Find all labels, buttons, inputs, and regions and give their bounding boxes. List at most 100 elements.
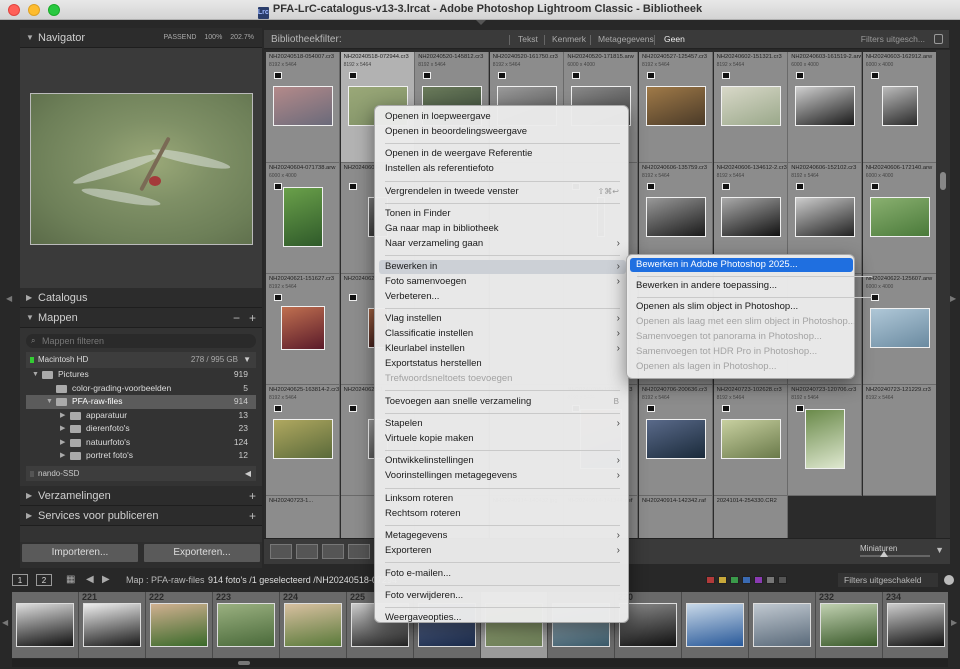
grid-cell[interactable]: NH20240622-125607.arw 6000 x 4000 — [862, 274, 936, 385]
photo-thumbnail[interactable] — [881, 86, 918, 126]
export-button[interactable]: Exporteren... — [144, 544, 260, 562]
edited-badge-icon[interactable] — [796, 72, 805, 79]
edited-badge-icon[interactable] — [647, 183, 655, 190]
filmstrip-thumbnail[interactable] — [887, 603, 945, 647]
filter-tab-attribute[interactable]: Kenmerk — [552, 30, 586, 49]
edited-badge-icon[interactable] — [348, 405, 357, 412]
photo-thumbnail[interactable] — [720, 86, 781, 126]
edited-badge-icon[interactable] — [721, 183, 730, 190]
loupe-view-icon[interactable] — [296, 544, 318, 559]
volume-collapse-icon[interactable]: ▼ — [243, 352, 251, 368]
menu-item[interactable]: Exportstatus herstellen — [379, 357, 626, 371]
filmstrip-cell[interactable]: 232 — [816, 592, 883, 658]
filmstrip-thumbnail[interactable] — [217, 603, 275, 647]
grid-cell[interactable]: NH20240518-054007.cr3 8192 x 5464 — [266, 52, 340, 163]
grid-cell[interactable]: NH20240606-172140.arw 6000 x 4000 — [862, 163, 936, 274]
edited-badge-icon[interactable] — [348, 294, 357, 301]
module-picker-toggle-icon[interactable] — [476, 20, 486, 25]
menu-item[interactable]: Instellen als referentiefoto — [379, 162, 626, 176]
menu-item[interactable]: Toevoegen aan snelle verzameling B — [379, 395, 626, 409]
toolbar-menu-icon[interactable]: ▼ — [935, 545, 944, 555]
second-window-button[interactable]: 2 — [36, 574, 52, 586]
remove-folder-icon[interactable]: − — [233, 308, 240, 328]
grid-cell[interactable]: NH20240723-121229.cr3 8192 x 5464 — [862, 385, 936, 496]
scrollbar-thumb[interactable] — [940, 172, 946, 190]
filmstrip-cell[interactable]: 224 — [280, 592, 347, 658]
folder-disclosure-icon[interactable]: ▼ — [46, 395, 53, 409]
volume-macintosh-hd[interactable]: Macintosh HD 278 / 995 GB ▼ — [26, 352, 256, 368]
menu-item[interactable]: Metagegevens › — [379, 529, 626, 543]
grid-cell[interactable]: NH20240602-151321.cr3 8192 x 5464 — [713, 52, 788, 163]
back-arrow-icon[interactable]: ◀ — [86, 570, 94, 590]
menu-item[interactable]: Bewerken in andere toepassing... — [630, 279, 853, 293]
edited-badge-icon[interactable] — [348, 183, 357, 190]
menu-item[interactable]: Bewerken in Adobe Photoshop 2025... — [630, 258, 853, 272]
menu-item[interactable]: Foto verwijderen... — [379, 589, 626, 603]
grid-cell[interactable]: NH20240723-102628.cr3 8192 x 5464 — [713, 385, 788, 496]
navigator-preview[interactable] — [20, 48, 262, 304]
filmstrip-cell[interactable]: 234 — [883, 592, 948, 658]
edited-badge-icon[interactable] — [274, 183, 282, 190]
grid-cell[interactable]: 20241014-254330.CR2 — [713, 496, 788, 538]
folder-row[interactable]: ▼ Pictures 919 — [26, 368, 256, 382]
edited-badge-icon[interactable] — [348, 72, 357, 79]
menu-item[interactable]: Openen als slim object in Photoshop... — [630, 300, 853, 314]
filter-tab-text[interactable]: Tekst — [518, 30, 538, 49]
edited-badge-icon[interactable] — [647, 405, 655, 412]
lock-icon[interactable] — [934, 34, 943, 44]
filmstrip-thumbnail[interactable] — [150, 603, 208, 647]
volume-nando-ssd[interactable]: nando-SSD ◀ — [26, 465, 256, 481]
collections-header[interactable]: ▶ Verzamelingen + — [20, 486, 262, 506]
grid-cell[interactable]: NH20240603-161519-2.arw 6000 x 4000 — [788, 52, 863, 163]
edited-badge-icon[interactable] — [721, 405, 730, 412]
add-folder-icon[interactable]: + — [249, 308, 256, 328]
photo-thumbnail[interactable] — [805, 409, 846, 469]
folder-row[interactable]: color-grading-voorbeelden 5 — [26, 382, 256, 396]
compare-view-icon[interactable] — [322, 544, 344, 559]
menu-item[interactable]: Weergaveopties... — [379, 611, 626, 625]
color-label-chip[interactable] — [754, 576, 763, 584]
grid-cell[interactable]: NH20240723-1... — [266, 496, 340, 538]
filter-switch-icon[interactable] — [944, 575, 954, 585]
filmstrip-cell[interactable]: 222 — [146, 592, 213, 658]
filmstrip-scrollbar[interactable] — [12, 659, 948, 667]
photo-thumbnail[interactable] — [283, 187, 323, 247]
grid-cell[interactable]: NH20240625-163814-2.cr3 8192 x 5464 — [266, 385, 340, 496]
filmstrip-cell[interactable] — [682, 592, 749, 658]
menu-item[interactable]: Foto e-mailen... — [379, 567, 626, 581]
grid-scrollbar[interactable] — [936, 50, 950, 538]
add-collection-icon[interactable]: + — [249, 486, 256, 506]
scrollbar-thumb[interactable] — [238, 661, 250, 665]
menu-item[interactable]: Vlag instellen › — [379, 312, 626, 326]
photo-thumbnail[interactable] — [646, 419, 706, 459]
filmstrip-right-icon[interactable]: ▶ — [951, 618, 957, 627]
folder-row[interactable]: ▶ dierenfoto's 23 — [26, 422, 256, 436]
folder-row[interactable]: ▶ apparatuur 13 — [26, 409, 256, 423]
grid-cell[interactable]: NH20240706-200636.cr3 8192 x 5464 — [639, 385, 713, 496]
menu-item[interactable]: Classificatie instellen › — [379, 327, 626, 341]
menu-item[interactable]: Vergrendelen in tweede venster ⇧⌘↩ — [379, 185, 626, 199]
menu-item[interactable]: Stapelen › — [379, 417, 626, 431]
color-label-chip[interactable] — [778, 576, 787, 584]
filmstrip-filter-dropdown[interactable]: Filters uitgeschakeld — [838, 573, 938, 587]
edited-badge-icon[interactable] — [274, 72, 282, 79]
folder-disclosure-icon[interactable]: ▼ — [32, 368, 39, 382]
edited-badge-icon[interactable] — [423, 72, 432, 79]
edited-badge-icon[interactable] — [796, 183, 805, 190]
navigator-zoom-options[interactable]: PASSEND 100% 202.7% — [164, 28, 255, 48]
filmstrip-thumbnail[interactable] — [753, 603, 811, 647]
photo-thumbnail[interactable] — [869, 197, 930, 237]
zoom-fit-option[interactable]: PASSEND — [164, 34, 197, 41]
edited-badge-icon[interactable] — [796, 405, 805, 412]
survey-view-icon[interactable] — [348, 544, 370, 559]
folder-row[interactable]: ▶ natuurfoto's 124 — [26, 436, 256, 450]
catalog-header[interactable]: ▶ Catalogus — [20, 288, 262, 308]
folder-disclosure-icon[interactable]: ▶ — [60, 422, 65, 436]
grid-cell[interactable]: NH20240527-125457.cr3 8192 x 5464 — [639, 52, 713, 163]
filmstrip-cell[interactable] — [749, 592, 816, 658]
folder-disclosure-icon[interactable]: ▶ — [60, 449, 65, 463]
photo-thumbnail[interactable] — [273, 419, 333, 459]
edited-badge-icon[interactable] — [274, 294, 282, 301]
filmstrip-thumbnail[interactable] — [83, 603, 141, 647]
navigator-header[interactable]: ▼ Navigator PASSEND 100% 202.7% — [20, 28, 262, 48]
